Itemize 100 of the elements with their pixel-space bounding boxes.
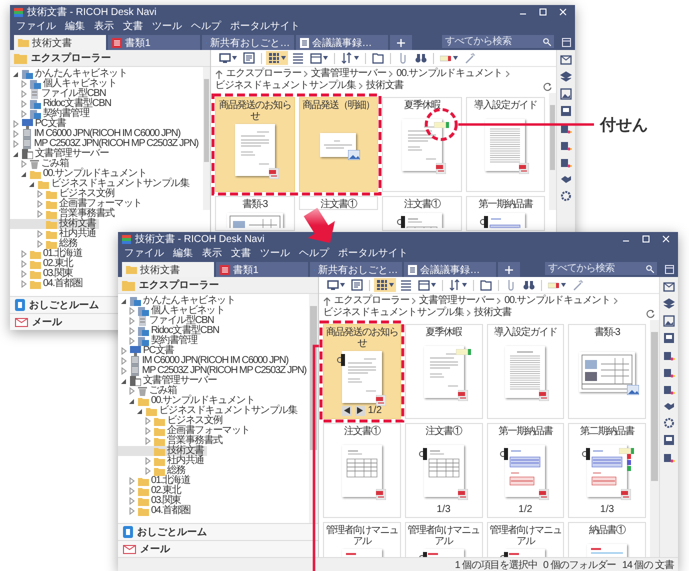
document-tile[interactable]: 導入設定ガイド [466, 97, 545, 192]
printer-icon[interactable] [663, 366, 675, 378]
previous-page-button[interactable] [342, 406, 352, 416]
expand-arrow-icon[interactable] [120, 377, 128, 385]
tree-item[interactable]: 01.北海道 [10, 249, 86, 259]
tree-item[interactable]: 技術文書 [118, 446, 207, 456]
tree-item[interactable]: ビジネス文例 [118, 416, 226, 426]
tree-item[interactable]: 00.サンプルドキュメント [118, 396, 258, 406]
tab[interactable]: 書類1 [108, 35, 200, 50]
menu-item[interactable]: ファイル [124, 246, 164, 260]
expand-arrow-icon[interactable] [20, 170, 28, 178]
document-tile[interactable]: 注文書① [323, 423, 401, 518]
picture-icon[interactable] [560, 105, 572, 117]
refresh-icon[interactable] [646, 308, 655, 318]
tree-item[interactable]: かんたんキャビネット [10, 69, 130, 79]
picture-icon[interactable] [663, 332, 675, 344]
picture-icon[interactable] [560, 88, 572, 100]
toolbar-button[interactable] [308, 51, 330, 65]
document-tile[interactable]: 注文書① [382, 196, 462, 231]
breadcrumb-item[interactable]: エクスプローラー [334, 295, 410, 307]
breadcrumb-item[interactable]: 00.サンプルドキュメント [504, 295, 611, 307]
picture-icon[interactable] [663, 434, 675, 446]
toolbar-button[interactable] [478, 278, 494, 292]
expand-arrow-icon[interactable] [12, 150, 20, 158]
toolbar-button[interactable] [398, 278, 414, 292]
tree-item[interactable]: MP C2503Z JPN(RICOH MP C2503Z JPN) [10, 139, 202, 149]
breadcrumb-item[interactable]: ビジネスドキュメントサンプル集 [323, 307, 464, 319]
panel-toggle-icon[interactable] [562, 38, 571, 47]
close-icon[interactable] [559, 8, 567, 16]
tree-item[interactable]: かんたんキャビネット [118, 296, 238, 306]
printer-icon[interactable] [663, 451, 675, 463]
panel-button[interactable]: おしごとルーム [15, 298, 99, 312]
search-field[interactable]: すべてから検索 [442, 35, 554, 48]
toolbar-button[interactable] [266, 51, 288, 65]
tree-item[interactable]: 03.関東 [118, 496, 184, 506]
expand-arrow-icon[interactable] [28, 180, 36, 188]
document-tile[interactable]: 書類-3 [568, 324, 646, 419]
breadcrumb-item[interactable]: 00.サンプルドキュメント [396, 68, 503, 80]
scrollbar[interactable] [650, 320, 659, 557]
document-tile[interactable]: 書類-3 [215, 196, 294, 231]
menu-item[interactable]: ポータルサイト [230, 19, 300, 33]
document-tile[interactable]: 商品発送（明細） [298, 97, 378, 192]
breadcrumb-item[interactable]: 技術文書 [474, 307, 512, 319]
tree-item[interactable]: ビジネス文例 [10, 189, 118, 199]
tree-item[interactable]: 02.東北 [10, 259, 76, 269]
document-tile[interactable]: 導入設定ガイド [486, 324, 564, 419]
up-arrow-icon[interactable] [323, 296, 331, 306]
tree-item[interactable]: 社内共通 [118, 456, 207, 466]
tree-item[interactable]: 企画書フォーマット [10, 199, 145, 209]
expand-arrow-icon[interactable] [128, 397, 136, 405]
document-tile[interactable]: 管理者向けマニュアル [323, 522, 401, 557]
expand-arrow-icon[interactable] [136, 407, 144, 415]
menu-item[interactable]: ヘルプ [299, 246, 329, 260]
tree-item[interactable]: 総務 [118, 466, 188, 476]
menu-item[interactable]: ポータルサイト [338, 246, 408, 260]
envelope-icon[interactable] [663, 281, 675, 293]
tree-item[interactable]: ビジネスドキュメントサンプル集 [10, 179, 192, 189]
tree-item[interactable]: ファイル型CBN [10, 89, 109, 99]
tree-item[interactable]: 02.東北 [118, 486, 184, 496]
breadcrumb-item[interactable]: 文書管理サーバー [311, 68, 386, 80]
document-tile[interactable]: 夏季休暇 [382, 97, 462, 192]
tab[interactable]: 技術文書 [14, 35, 106, 50]
tree-item[interactable]: ファイル型CBN [118, 316, 217, 326]
menu-item[interactable]: 文書 [123, 19, 143, 33]
document-tile[interactable]: 商品発送のお知らせ 1/2 [323, 324, 401, 419]
toolbar-button[interactable] [370, 51, 386, 65]
toolbar-button[interactable] [413, 51, 429, 65]
document-tile[interactable]: 注文書① 1/3 [404, 423, 482, 518]
scrollbar[interactable] [203, 67, 210, 210]
toolbar-button[interactable] [290, 51, 306, 65]
menu-item[interactable]: 編集 [65, 19, 85, 33]
menu-item[interactable]: ヘルプ [191, 19, 221, 33]
gear-icon[interactable] [663, 417, 675, 429]
toolbar-button[interactable] [374, 278, 396, 292]
toolbar-button[interactable] [447, 278, 469, 292]
next-page-button[interactable] [354, 406, 365, 416]
search-field[interactable]: すべてから検索 [545, 262, 657, 275]
toolbar-button[interactable] [521, 278, 537, 292]
refresh-icon[interactable] [543, 82, 552, 90]
printer-icon[interactable] [560, 139, 572, 151]
tree-item[interactable]: PC文書 [118, 346, 177, 356]
document-tile[interactable]: 第一期納品書 1/2 [486, 423, 564, 518]
toolbar-button[interactable] [349, 278, 365, 292]
tree-item[interactable]: 個人キャビネット [118, 306, 228, 316]
tree-item[interactable]: 04.首都圏 [118, 506, 194, 516]
maximize-icon[interactable] [539, 8, 547, 16]
expand-arrow-icon[interactable] [12, 70, 20, 78]
tree-item[interactable]: 00.サンプルドキュメント [10, 169, 150, 179]
new-tab-button[interactable] [390, 35, 412, 50]
toolbar-button[interactable] [339, 51, 361, 65]
panel-button[interactable]: メール [15, 315, 62, 329]
envelope-icon[interactable] [560, 54, 572, 66]
document-tile[interactable]: 管理者向けマニュアル [404, 522, 482, 557]
toolbar-button[interactable] [325, 278, 347, 292]
tree-item[interactable]: IM C6000 JPN(RICOH IM C6000 JPN) [10, 129, 184, 139]
printer-icon[interactable] [560, 156, 572, 168]
tree-item[interactable]: 総務 [10, 239, 80, 249]
tree-item[interactable]: 契約書管理 [10, 109, 92, 119]
tree-item[interactable]: 営業事務書式 [118, 436, 226, 446]
tree-item[interactable]: 技術文書 [10, 219, 99, 229]
